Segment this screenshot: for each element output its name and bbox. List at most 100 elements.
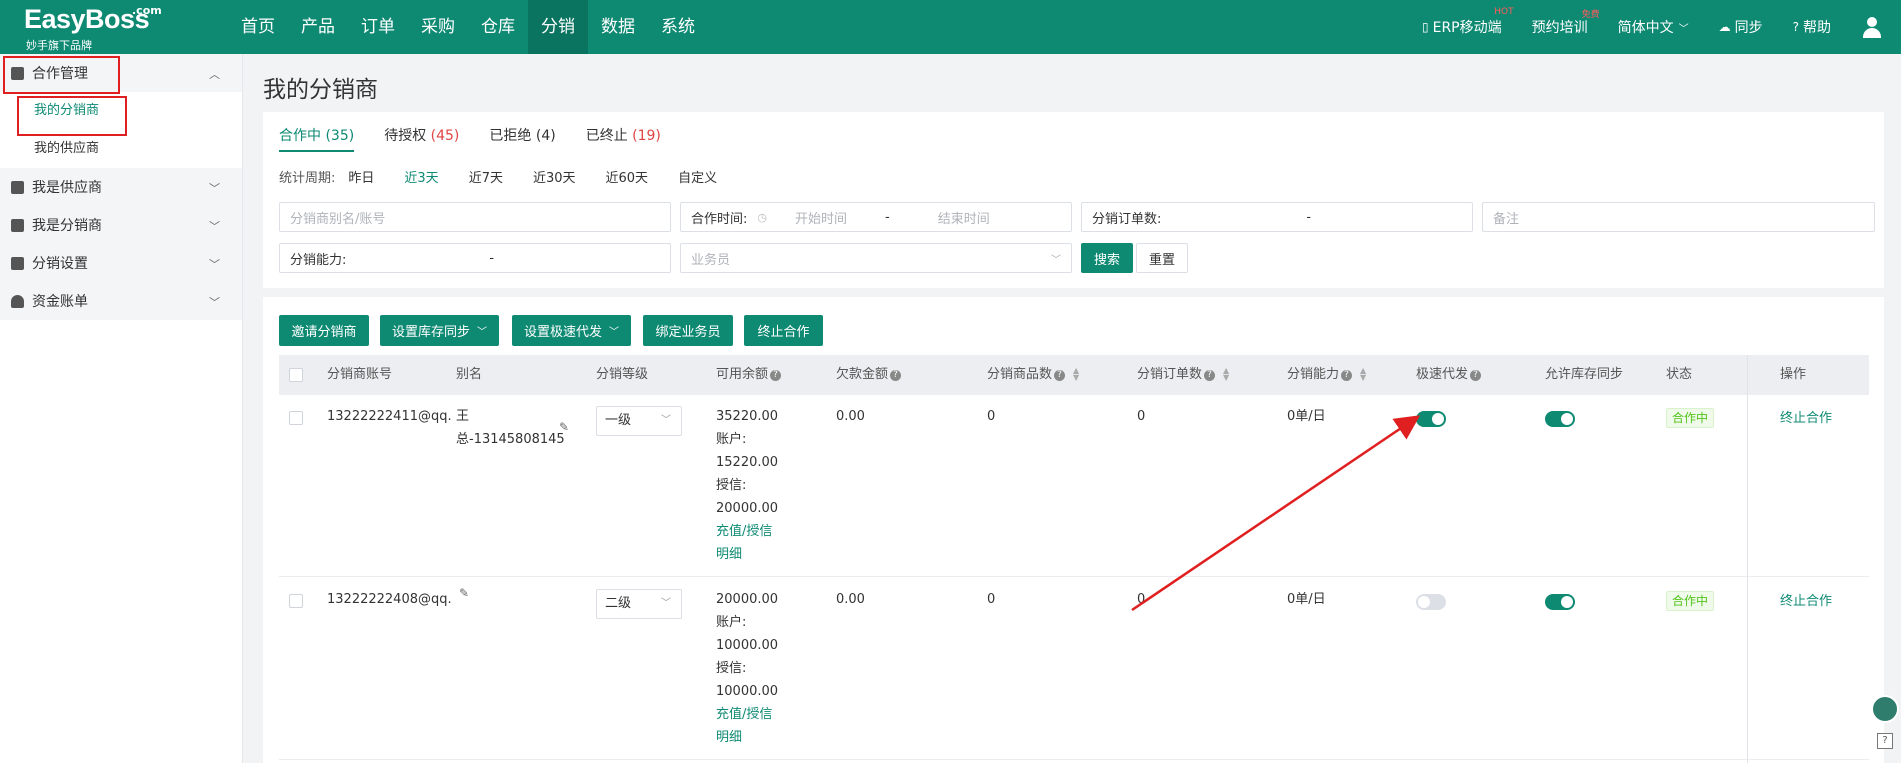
- debt-amount: 0.00: [836, 592, 865, 607]
- period-60-days[interactable]: 近60天: [606, 167, 649, 186]
- tab-rejected[interactable]: 已拒绝 (4): [489, 125, 555, 152]
- sidebar-group-expanded: 合作管理 ︿: [0, 54, 242, 92]
- salesman-select[interactable]: 业务员 ﹀: [680, 243, 1072, 273]
- sidebar-group-cooperation[interactable]: 合作管理 ︿: [0, 54, 242, 92]
- user-avatar-icon[interactable]: [1861, 16, 1883, 38]
- language-select[interactable]: 简体中文 ﹀: [1618, 17, 1689, 37]
- period-custom[interactable]: 自定义: [678, 167, 717, 186]
- question-icon: ?: [890, 370, 902, 381]
- customer-service-avatar-icon[interactable]: [1871, 695, 1899, 723]
- col-operation: 操作: [1780, 367, 1807, 382]
- period-7-days[interactable]: 近7天: [469, 167, 503, 186]
- sidebar-group-label: 合作管理: [32, 66, 88, 82]
- edit-pencil-icon[interactable]: ✎: [559, 420, 569, 434]
- chevron-down-icon: ﹀: [209, 296, 220, 309]
- end-time-input[interactable]: 结束时间: [938, 208, 990, 227]
- easyboss-logo[interactable]: EasyBoss .com 妙手旗下品牌: [24, 4, 164, 52]
- col-balance: 可用余额?: [716, 355, 782, 395]
- stock-sync-toggle[interactable]: [1545, 594, 1575, 610]
- detail-link[interactable]: 明细: [716, 543, 742, 566]
- help-button[interactable]: ? 帮助: [1793, 17, 1831, 37]
- order-count: 0: [1137, 409, 1146, 424]
- credit-amount: 10000.00: [716, 684, 779, 699]
- chevron-down-icon: ﹀: [209, 220, 220, 233]
- remark-input[interactable]: 备注: [1482, 202, 1875, 232]
- sidebar-group-label: 我是分销商: [32, 218, 102, 234]
- distributor-search-input[interactable]: 分销商别名/账号: [279, 202, 671, 232]
- col-ability[interactable]: 分销能力? ▲ ▼: [1287, 355, 1366, 395]
- sidebar-item-my-suppliers[interactable]: 我的供应商: [0, 130, 242, 168]
- col-product-count[interactable]: 分销商品数? ▲ ▼: [987, 355, 1079, 395]
- document-icon: [11, 256, 24, 270]
- row-checkbox[interactable]: [289, 594, 303, 608]
- row-checkbox[interactable]: [289, 411, 303, 425]
- cooperation-time-range[interactable]: 合作时间: ◷ 开始时间 - 结束时间: [680, 202, 1072, 232]
- main-nav: 首页 产品 订单 采购 仓库 分销 数据 系统: [228, 0, 708, 54]
- nav-products[interactable]: 产品: [288, 0, 348, 54]
- distributor-list-panel: 邀请分销商 设置库存同步 ﹀ 设置极速代发 ﹀ 绑定业务员 终止合作 分销商账号 别…: [263, 297, 1884, 763]
- clock-icon: ◷: [757, 210, 767, 224]
- select-all-checkbox[interactable]: [289, 368, 303, 382]
- sidebar-item-my-distributors[interactable]: 我的分销商: [0, 92, 242, 130]
- nav-system[interactable]: 系统: [648, 0, 708, 54]
- sidebar-group-i-am-supplier[interactable]: 我是供应商 ﹀: [0, 168, 242, 206]
- sync-button[interactable]: ☁ 同步: [1719, 17, 1763, 37]
- credit-label: 授信:: [716, 478, 747, 493]
- nav-purchase[interactable]: 采购: [408, 0, 468, 54]
- feedback-icon[interactable]: ?: [1877, 733, 1893, 749]
- terminate-cooperation-link[interactable]: 终止合作: [1780, 407, 1832, 430]
- logo-slogan: 妙手旗下品牌: [26, 39, 92, 52]
- col-order-count[interactable]: 分销订单数? ▲ ▼: [1137, 355, 1229, 395]
- sidebar-group-i-am-distributor[interactable]: 我是分销商 ﹀: [0, 206, 242, 244]
- terminate-cooperation-button[interactable]: 终止合作: [744, 315, 823, 346]
- stock-sync-dropdown-button[interactable]: 设置库存同步 ﹀: [380, 315, 499, 346]
- edit-pencil-icon[interactable]: ✎: [459, 586, 469, 600]
- order-count: 0: [1137, 592, 1146, 607]
- erp-mobile-link[interactable]: ▯ ERP移动端 HOT: [1422, 7, 1514, 37]
- erp-mobile-label: ERP移动端: [1432, 20, 1502, 36]
- reset-button[interactable]: 重置: [1136, 243, 1188, 273]
- start-time-input[interactable]: 开始时间: [795, 208, 847, 227]
- period-yesterday[interactable]: 昨日: [348, 167, 374, 186]
- bind-salesman-button[interactable]: 绑定业务员: [643, 315, 733, 346]
- document-icon: [11, 180, 24, 194]
- detail-link[interactable]: 明细: [716, 726, 742, 749]
- invite-distributor-button[interactable]: 邀请分销商: [279, 315, 369, 346]
- period-3-days[interactable]: 近3天: [404, 167, 438, 186]
- nav-data[interactable]: 数据: [588, 0, 648, 54]
- product-count: 0: [987, 592, 996, 607]
- chevron-down-icon: ﹀: [661, 415, 671, 426]
- tab-cooperating[interactable]: 合作中 (35): [279, 125, 355, 152]
- recharge-credit-link[interactable]: 充值/授信: [716, 703, 772, 726]
- nav-distribution[interactable]: 分销: [528, 0, 588, 54]
- ability-range[interactable]: 分销能力: -: [279, 243, 671, 273]
- fast-ship-dropdown-button[interactable]: 设置极速代发 ﹀: [512, 315, 631, 346]
- fast-ship-toggle[interactable]: [1416, 594, 1446, 610]
- nav-home[interactable]: 首页: [228, 0, 288, 54]
- recharge-credit-link[interactable]: 充值/授信: [716, 520, 772, 543]
- grade-select[interactable]: 一级 ﹀: [596, 406, 682, 436]
- search-button[interactable]: 搜索: [1081, 243, 1133, 273]
- alias-line2: 总-13145808145: [456, 432, 565, 447]
- period-30-days[interactable]: 近30天: [533, 167, 576, 186]
- nav-warehouse[interactable]: 仓库: [468, 0, 528, 54]
- col-status: 状态: [1666, 367, 1693, 382]
- tab-terminated[interactable]: 已终止 (19): [586, 125, 661, 152]
- chevron-up-icon: ︿: [209, 68, 220, 81]
- nav-orders[interactable]: 订单: [348, 0, 408, 54]
- tab-pending-authorization[interactable]: 待授权 (45): [384, 125, 459, 152]
- stock-sync-toggle[interactable]: [1545, 411, 1575, 427]
- terminate-cooperation-link[interactable]: 终止合作: [1780, 590, 1832, 613]
- sidebar-group-distribution-settings[interactable]: 分销设置 ﹀: [0, 244, 242, 282]
- training-link[interactable]: 预约培训 免费: [1532, 10, 1600, 37]
- grade-select[interactable]: 二级 ﹀: [596, 589, 682, 619]
- sidebar-group-fund-bills[interactable]: 资金账单 ﹀: [0, 282, 242, 320]
- fast-ship-toggle[interactable]: [1416, 411, 1446, 427]
- question-icon: ?: [1341, 370, 1353, 381]
- product-count: 0: [987, 409, 996, 424]
- distributor-account: 13222222408@qq.: [327, 592, 452, 607]
- order-count-range[interactable]: 分销订单数: -: [1081, 202, 1473, 232]
- free-badge: 免费: [1581, 10, 1600, 20]
- distribution-ability: 0单/日: [1287, 592, 1326, 607]
- sort-icon: ▲ ▼: [1360, 366, 1367, 382]
